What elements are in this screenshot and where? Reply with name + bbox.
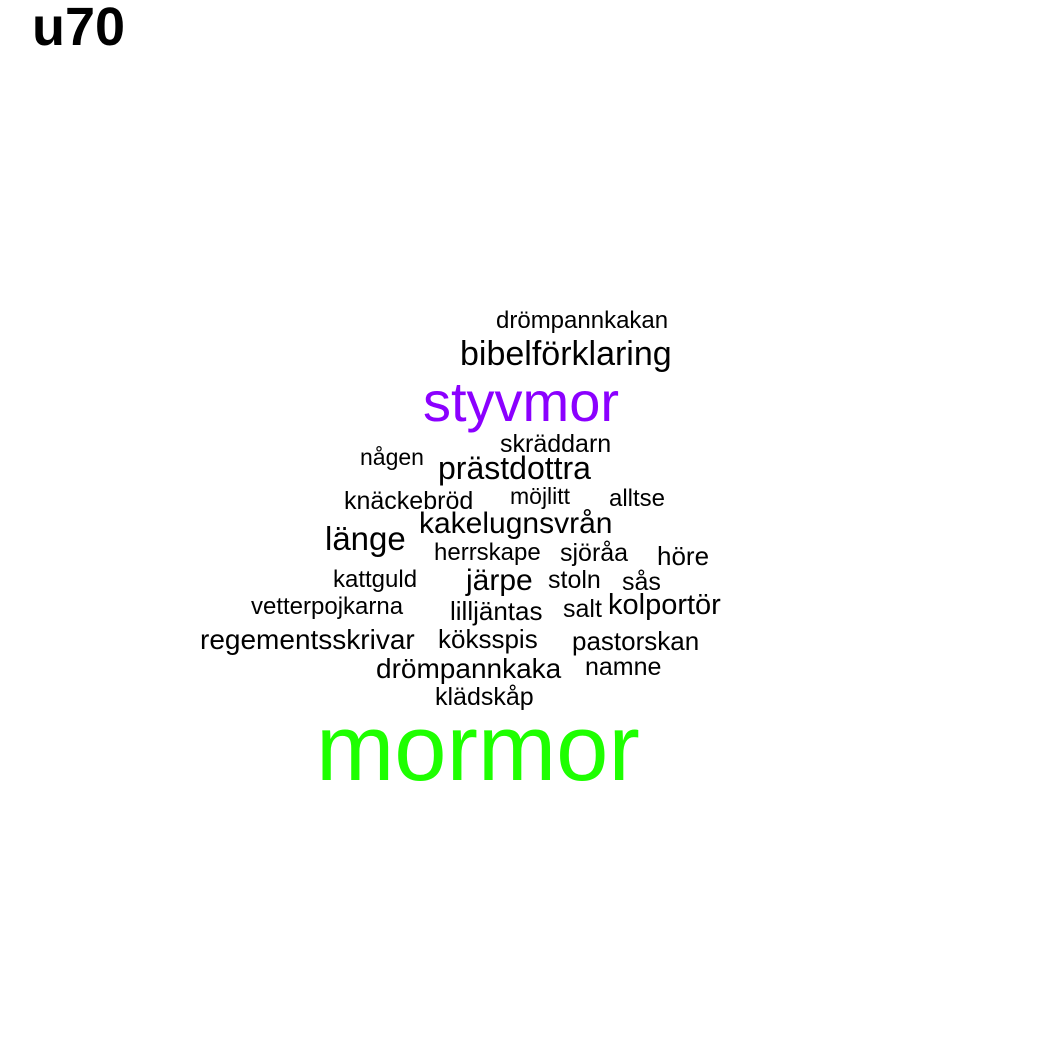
word-jarpe: järpe [466, 564, 533, 597]
word-kakelugnsvran: kakelugnsvrån [419, 507, 613, 540]
word-regementsskrivar: regementsskrivar [200, 624, 415, 655]
word-alltse: alltse [609, 485, 666, 512]
word-pastorskan: pastorskan [572, 626, 700, 656]
word-drompannkakan: drömpannkakan [496, 307, 669, 334]
word-nagen: någen [360, 444, 424, 470]
word-cloud: drömpannkakan bibelförklaring styvmor sk… [0, 0, 1050, 1050]
word-prastdottra: prästdottra [438, 450, 591, 486]
word-mormor: mormor [316, 695, 640, 800]
word-salt: salt [563, 595, 602, 623]
word-kattguld: kattguld [333, 566, 418, 593]
word-vetterpojkarna: vetterpojkarna [251, 593, 404, 620]
word-herrskape: herrskape [434, 539, 541, 566]
word-hore: höre [657, 541, 710, 571]
word-namne: namne [585, 653, 662, 681]
word-drompannkaka: drömpannkaka [376, 653, 562, 684]
word-mojlitt: möjlitt [510, 483, 571, 509]
word-lange: länge [325, 520, 406, 557]
word-bibelforklaring: bibelförklaring [460, 335, 672, 373]
word-lilljantas: lilljäntas [450, 596, 543, 626]
word-stoln: stoln [548, 566, 601, 594]
word-sjoraa: sjöråa [560, 539, 629, 567]
word-koksspis: köksspis [438, 624, 538, 654]
word-kolportor: kolportör [608, 589, 721, 621]
word-styvmor: styvmor [423, 370, 619, 433]
